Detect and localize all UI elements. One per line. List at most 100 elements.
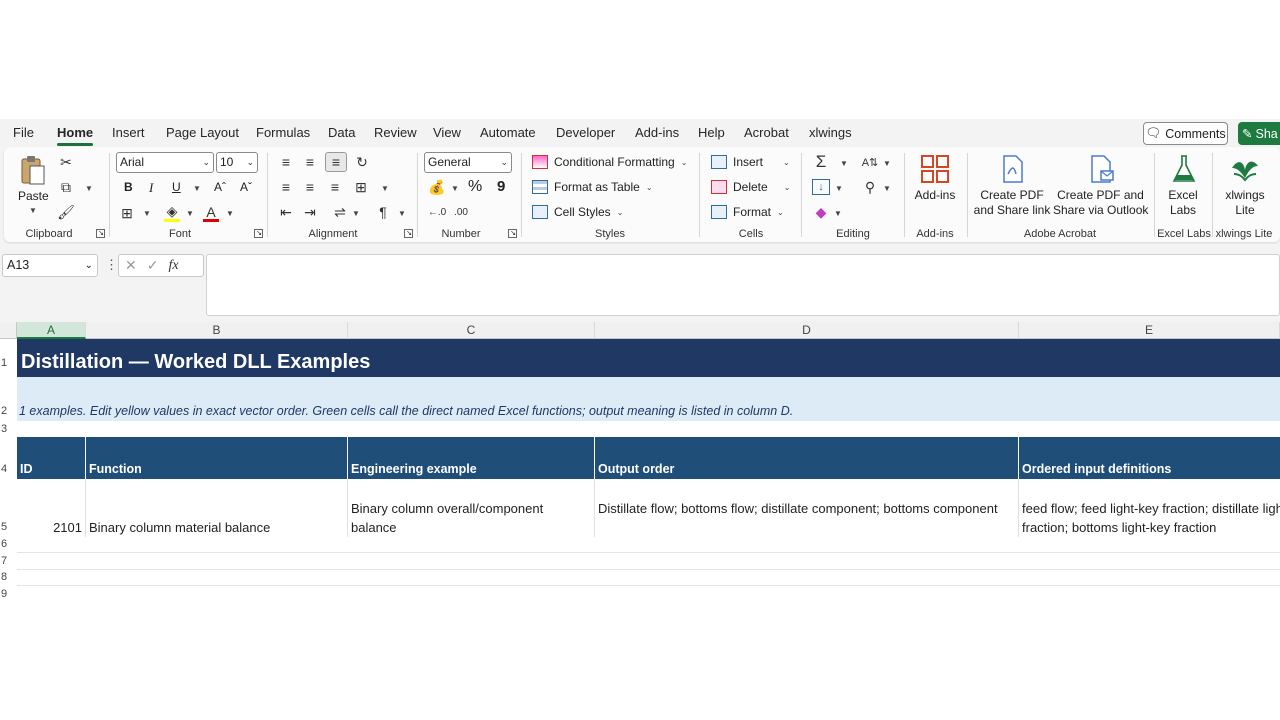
tab-insert[interactable]: Insert — [112, 125, 145, 140]
cell-engineering-example[interactable]: Binary column overall/component balance — [348, 479, 595, 537]
column-header-d[interactable]: D — [595, 322, 1019, 339]
copy-dropdown-icon[interactable]: ▼ — [85, 184, 93, 193]
sheet-subtitle[interactable]: 1 examples. Edit yellow values in exact … — [17, 377, 1280, 421]
sort-filter-icon[interactable]: A⇅ — [861, 154, 879, 170]
sheet-title[interactable]: Distillation — Worked DLL Examples — [17, 339, 1280, 377]
tab-view[interactable]: View — [433, 125, 461, 140]
tab-home[interactable]: Home — [57, 125, 94, 146]
row-header-4[interactable]: 4 — [0, 463, 17, 475]
header-output-order[interactable]: Output order — [595, 437, 1019, 479]
find-dropdown-icon[interactable]: ▼ — [883, 184, 891, 193]
name-box[interactable]: A13 ⌄ — [2, 254, 98, 277]
delete-cells-button[interactable]: Delete ⌄ — [711, 180, 790, 194]
fill-icon[interactable]: ↓ — [812, 179, 830, 195]
increase-decimal-icon[interactable]: ←.0 — [428, 204, 446, 220]
autosum-dropdown-icon[interactable]: ▼ — [840, 159, 848, 168]
copy-icon[interactable]: ⧉ — [58, 179, 74, 195]
clear-icon[interactable]: ◆ — [813, 204, 829, 220]
merge-center-icon[interactable]: ⊞ — [353, 179, 369, 195]
row-header-2[interactable]: 2 — [0, 405, 17, 417]
clear-dropdown-icon[interactable]: ▼ — [834, 209, 842, 218]
increase-indent-icon[interactable]: ⇥ — [302, 204, 318, 220]
text-direction-icon[interactable]: ⇌ — [332, 204, 348, 220]
number-format-select[interactable]: General ⌄ — [424, 152, 512, 173]
middle-align-icon[interactable]: ≡ — [302, 154, 318, 170]
paragraph-dropdown-icon[interactable]: ▼ — [398, 209, 406, 218]
autosum-icon[interactable]: Σ — [812, 152, 830, 171]
tab-automate[interactable]: Automate — [480, 125, 536, 140]
xlwings-icon[interactable] — [1230, 153, 1260, 185]
paragraph-icon[interactable]: ¶ — [375, 204, 391, 220]
pdf-outlook-icon[interactable] — [1088, 154, 1116, 184]
cell-styles-button[interactable]: Cell Styles ⌄ — [532, 205, 623, 219]
conditional-formatting-button[interactable]: Conditional Formatting ⌄ — [532, 155, 687, 169]
formula-input[interactable] — [206, 254, 1280, 316]
add-ins-icon[interactable] — [920, 154, 950, 184]
header-input-definitions[interactable]: Ordered input definitions — [1019, 437, 1280, 479]
borders-icon[interactable]: ⊞ — [119, 205, 135, 221]
sort-filter-dropdown-icon[interactable]: ▼ — [883, 159, 891, 168]
format-as-table-button[interactable]: Format as Table ⌄ — [532, 180, 653, 194]
tab-review[interactable]: Review — [374, 125, 417, 140]
add-ins-label[interactable]: Add-ins — [908, 188, 962, 203]
comments-button[interactable]: 🗨 Comments — [1143, 122, 1228, 145]
number-launcher-icon[interactable]: ↘ — [508, 229, 517, 238]
header-id[interactable]: ID — [17, 437, 86, 479]
row-header-9[interactable]: 9 — [0, 588, 17, 600]
row-header-7[interactable]: 7 — [0, 555, 17, 567]
tab-add-ins[interactable]: Add-ins — [635, 125, 679, 140]
row-header-1[interactable]: 1 — [0, 357, 17, 369]
tab-file[interactable]: File — [13, 125, 34, 140]
underline-button[interactable]: U — [172, 180, 181, 194]
column-header-b[interactable]: B — [86, 322, 348, 339]
text-direction-dropdown-icon[interactable]: ▼ — [352, 209, 360, 218]
orientation-icon[interactable]: ↻ — [354, 154, 370, 170]
top-align-icon[interactable]: ≡ — [278, 154, 294, 170]
cell-id[interactable]: 2101 — [17, 479, 86, 537]
clipboard-launcher-icon[interactable]: ↘ — [96, 229, 105, 238]
font-color-dropdown-icon[interactable]: ▼ — [226, 209, 234, 218]
header-function[interactable]: Function — [86, 437, 348, 479]
font-name-select[interactable]: Arial ⌄ — [116, 152, 214, 173]
find-select-icon[interactable]: ⚲ — [862, 179, 878, 195]
align-center-icon[interactable]: ≡ — [302, 179, 318, 195]
formula-bar-more-icon[interactable]: ⋮ — [105, 257, 118, 273]
fill-color-dropdown-icon[interactable]: ▼ — [186, 209, 194, 218]
row-header-5[interactable]: 5 — [0, 521, 17, 533]
tab-page-layout[interactable]: Page Layout — [166, 125, 239, 140]
xlwings-lite-button[interactable]: xlwings Lite — [1218, 188, 1272, 218]
bottom-align-icon[interactable]: ≡ — [325, 152, 347, 172]
cut-icon[interactable]: ✂ — [58, 154, 74, 170]
italic-button[interactable]: I — [149, 180, 153, 196]
tab-acrobat[interactable]: Acrobat — [744, 125, 789, 140]
comma-button[interactable]: 9 — [497, 178, 505, 195]
cell-function[interactable]: Binary column material balance — [86, 479, 348, 537]
fill-color-icon[interactable]: ◈ — [164, 203, 180, 222]
create-pdf-share-link-button[interactable]: Create PDF and Share link — [972, 188, 1052, 218]
pdf-share-link-icon[interactable] — [1000, 154, 1026, 184]
decrease-indent-icon[interactable]: ⇤ — [278, 204, 294, 220]
merge-dropdown-icon[interactable]: ▼ — [381, 184, 389, 193]
column-header-e[interactable]: E — [1019, 322, 1280, 339]
row-header-3[interactable]: 3 — [0, 423, 17, 435]
fill-dropdown-icon[interactable]: ▼ — [835, 184, 843, 193]
row-header-6[interactable]: 6 — [0, 538, 17, 550]
bold-button[interactable]: B — [124, 180, 133, 194]
align-right-icon[interactable]: ≡ — [327, 179, 343, 195]
tab-xlwings[interactable]: xlwings — [809, 125, 852, 140]
underline-dropdown-icon[interactable]: ▼ — [193, 184, 201, 193]
insert-function-icon[interactable]: fx — [168, 258, 178, 274]
cell-input-definitions[interactable]: feed flow; feed light-key fraction; dist… — [1019, 479, 1280, 537]
excel-labs-button[interactable]: Excel Labs — [1161, 188, 1205, 218]
create-pdf-outlook-button[interactable]: Create PDF and Share via Outlook — [1053, 188, 1148, 218]
font-size-select[interactable]: 10 ⌄ — [216, 152, 258, 173]
paste-dropdown-icon[interactable]: ▼ — [29, 206, 37, 215]
alignment-launcher-icon[interactable]: ↘ — [404, 229, 413, 238]
paste-label[interactable]: Paste — [18, 189, 49, 204]
insert-cells-button[interactable]: Insert ⌄ — [711, 155, 790, 169]
align-left-icon[interactable]: ≡ — [278, 179, 294, 195]
tab-data[interactable]: Data — [328, 125, 355, 140]
currency-dropdown-icon[interactable]: ▼ — [451, 184, 459, 193]
column-header-c[interactable]: C — [348, 322, 595, 339]
select-all-corner[interactable] — [0, 322, 17, 339]
